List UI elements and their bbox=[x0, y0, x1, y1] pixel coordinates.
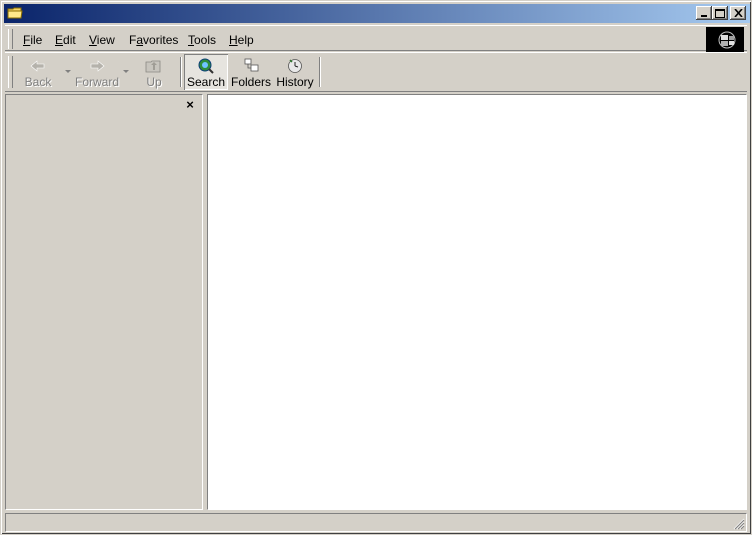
forward-button[interactable]: Forward bbox=[73, 55, 121, 89]
history-clock-icon bbox=[288, 59, 302, 73]
toolbar-separator bbox=[180, 57, 182, 87]
folders-label: Folders bbox=[231, 75, 272, 89]
menu-file-label: ile bbox=[30, 33, 43, 47]
menu-bar-grip[interactable] bbox=[8, 29, 13, 49]
status-bar bbox=[5, 513, 747, 532]
search-label: Search bbox=[186, 75, 226, 89]
menu-tools[interactable]: Tools bbox=[188, 32, 216, 48]
menu-help-accel: H bbox=[229, 33, 238, 47]
menu-view[interactable]: View bbox=[89, 32, 115, 48]
maximize-button[interactable] bbox=[712, 6, 728, 20]
up-folder-icon bbox=[145, 60, 161, 73]
menu-file[interactable]: File bbox=[23, 32, 42, 48]
minimize-icon bbox=[701, 14, 707, 17]
folders-button[interactable]: Folders bbox=[231, 55, 271, 89]
explorer-bar-pane: × bbox=[5, 94, 203, 510]
toolbar-end-separator bbox=[319, 57, 321, 87]
history-button[interactable]: History bbox=[275, 55, 315, 89]
back-dropdown-arrow[interactable] bbox=[65, 70, 71, 73]
title-bar[interactable] bbox=[4, 4, 750, 23]
standard-toolbar: Back Forward Up Search Folders History bbox=[5, 52, 747, 92]
menu-favorites-label: vorites bbox=[143, 33, 179, 47]
back-arrow-icon bbox=[30, 60, 45, 72]
search-globe-icon bbox=[198, 58, 214, 74]
menu-bar: File Edit View Favorites Tools Help bbox=[5, 25, 747, 53]
menu-help[interactable]: Help bbox=[229, 32, 254, 48]
toolbar-grip[interactable] bbox=[8, 56, 13, 88]
menu-edit[interactable]: Edit bbox=[55, 32, 76, 48]
back-button[interactable]: Back bbox=[17, 55, 59, 89]
up-button[interactable]: Up bbox=[137, 55, 171, 89]
folders-icon bbox=[244, 58, 259, 72]
resize-grip-icon[interactable] bbox=[733, 518, 745, 530]
menu-view-accel: V bbox=[89, 33, 97, 47]
minimize-button[interactable] bbox=[696, 6, 712, 20]
forward-dropdown-arrow[interactable] bbox=[123, 70, 129, 73]
search-button[interactable]: Search bbox=[184, 54, 228, 90]
back-label: Back bbox=[24, 75, 52, 89]
menu-help-label: elp bbox=[237, 33, 254, 47]
windows-logo-icon bbox=[718, 31, 736, 49]
explorer-bar-close-icon[interactable]: × bbox=[184, 98, 196, 111]
maximize-icon bbox=[715, 8, 725, 18]
close-button[interactable] bbox=[730, 6, 746, 20]
menu-edit-accel: E bbox=[55, 33, 64, 47]
forward-label: Forward bbox=[74, 75, 119, 89]
up-label: Up bbox=[146, 75, 162, 89]
forward-arrow-icon bbox=[90, 60, 105, 72]
windows-throbber-logo bbox=[706, 27, 744, 53]
content-view[interactable] bbox=[207, 94, 747, 510]
folder-icon bbox=[7, 7, 23, 19]
menu-view-label: iew bbox=[96, 33, 115, 47]
menu-tools-label: ools bbox=[194, 33, 217, 47]
menu-edit-label: dit bbox=[63, 33, 76, 47]
explorer-window: File Edit View Favorites Tools Help Back… bbox=[0, 0, 752, 535]
menu-favorites[interactable]: Favorites bbox=[129, 32, 178, 48]
history-label: History bbox=[276, 75, 314, 89]
close-icon bbox=[733, 9, 743, 17]
